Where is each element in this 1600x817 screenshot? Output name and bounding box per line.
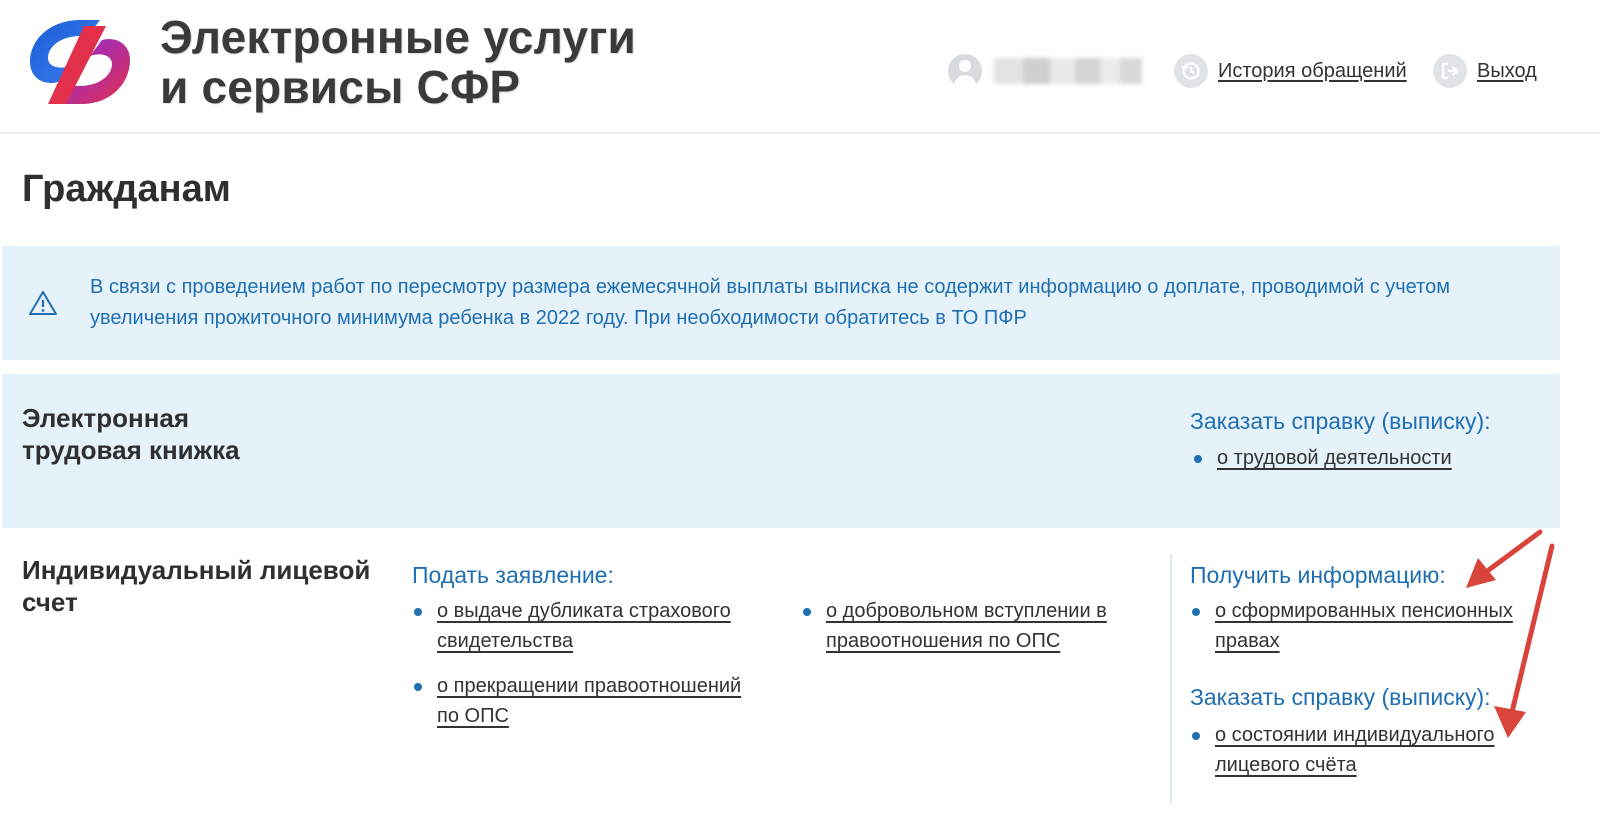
page-title: Гражданам: [22, 168, 231, 210]
logout-icon: [1433, 54, 1467, 88]
apply-link-voluntary-entry[interactable]: о добровольном вступлении в правоотношен…: [826, 600, 1107, 652]
site-header: Электронные услуги и сервисы СФР История…: [0, 0, 1600, 134]
ils-apply-head: Подать заявление:: [412, 562, 614, 588]
etk-section: Электронная трудовая книжка Заказать спр…: [2, 374, 1560, 528]
etk-order-list: о трудовой деятельности: [1192, 443, 1532, 473]
warning-icon: [29, 291, 57, 315]
etk-order-head: Заказать справку (выписку):: [1190, 408, 1491, 434]
etk-order-link-work-activity[interactable]: о трудовой деятельности: [1217, 447, 1452, 469]
history-link[interactable]: История обращений: [1174, 54, 1407, 88]
site-title-line1: Электронные услуги: [160, 11, 636, 63]
user-avatar-icon[interactable]: [948, 54, 982, 88]
order-link-account-status[interactable]: о состоянии индивидуального лицевого счё…: [1215, 724, 1495, 776]
ils-apply-list-col1: о выдаче дубликата страхового свидетельс…: [412, 596, 762, 746]
info-link-pension-rights[interactable]: о сформированных пенсионных правах: [1215, 600, 1513, 652]
ils-title: Индивидуальный лицевой счет: [22, 554, 372, 618]
notice-text: В связи с проведением работ по пересмотр…: [90, 276, 1450, 329]
etk-title: Электронная трудовая книжка: [22, 402, 342, 466]
arrow-to-info-head-icon: [1466, 529, 1543, 588]
ils-title-line2: счет: [22, 587, 78, 617]
etk-title-line1: Электронная: [22, 403, 190, 433]
list-item[interactable]: о сформированных пенсионных правах: [1190, 596, 1550, 656]
list-item[interactable]: о трудовой деятельности: [1192, 443, 1532, 473]
ils-title-line1: Индивидуальный лицевой: [22, 555, 371, 585]
info-notice: В связи с проведением работ по пересмотр…: [2, 246, 1560, 360]
ils-order-head: Заказать справку (выписку):: [1190, 684, 1491, 710]
apply-link-terminate-relations[interactable]: о прекращении правоотношений по ОПС: [437, 675, 741, 727]
list-item[interactable]: о добровольном вступлении в правоотношен…: [801, 596, 1131, 656]
column-divider: [1170, 554, 1172, 804]
history-icon: [1174, 54, 1208, 88]
list-item[interactable]: о выдаче дубликата страхового свидетельс…: [412, 596, 762, 656]
ils-info-head: Получить информацию:: [1190, 562, 1446, 588]
site-title-line2: и сервисы СФР: [160, 61, 521, 113]
apply-link-duplicate-certificate[interactable]: о выдаче дубликата страхового свидетельс…: [437, 600, 731, 652]
ils-info-list: о сформированных пенсионных правах: [1190, 596, 1550, 656]
logout-link-label[interactable]: Выход: [1477, 60, 1537, 83]
etk-title-line2: трудовая книжка: [22, 435, 240, 465]
logout-link[interactable]: Выход: [1433, 54, 1537, 88]
ils-order-list: о состоянии индивидуального лицевого счё…: [1190, 720, 1550, 780]
username-blurred: [994, 58, 1142, 84]
history-link-label[interactable]: История обращений: [1218, 60, 1407, 83]
site-title: Электронные услуги и сервисы СФР: [160, 12, 636, 112]
user-block[interactable]: [948, 54, 1142, 88]
list-item[interactable]: о прекращении правоотношений по ОПС: [412, 671, 762, 731]
sfr-logo-icon[interactable]: [22, 12, 137, 110]
ils-apply-list-col2: о добровольном вступлении в правоотношен…: [801, 596, 1131, 656]
list-item[interactable]: о состоянии индивидуального лицевого счё…: [1190, 720, 1550, 780]
